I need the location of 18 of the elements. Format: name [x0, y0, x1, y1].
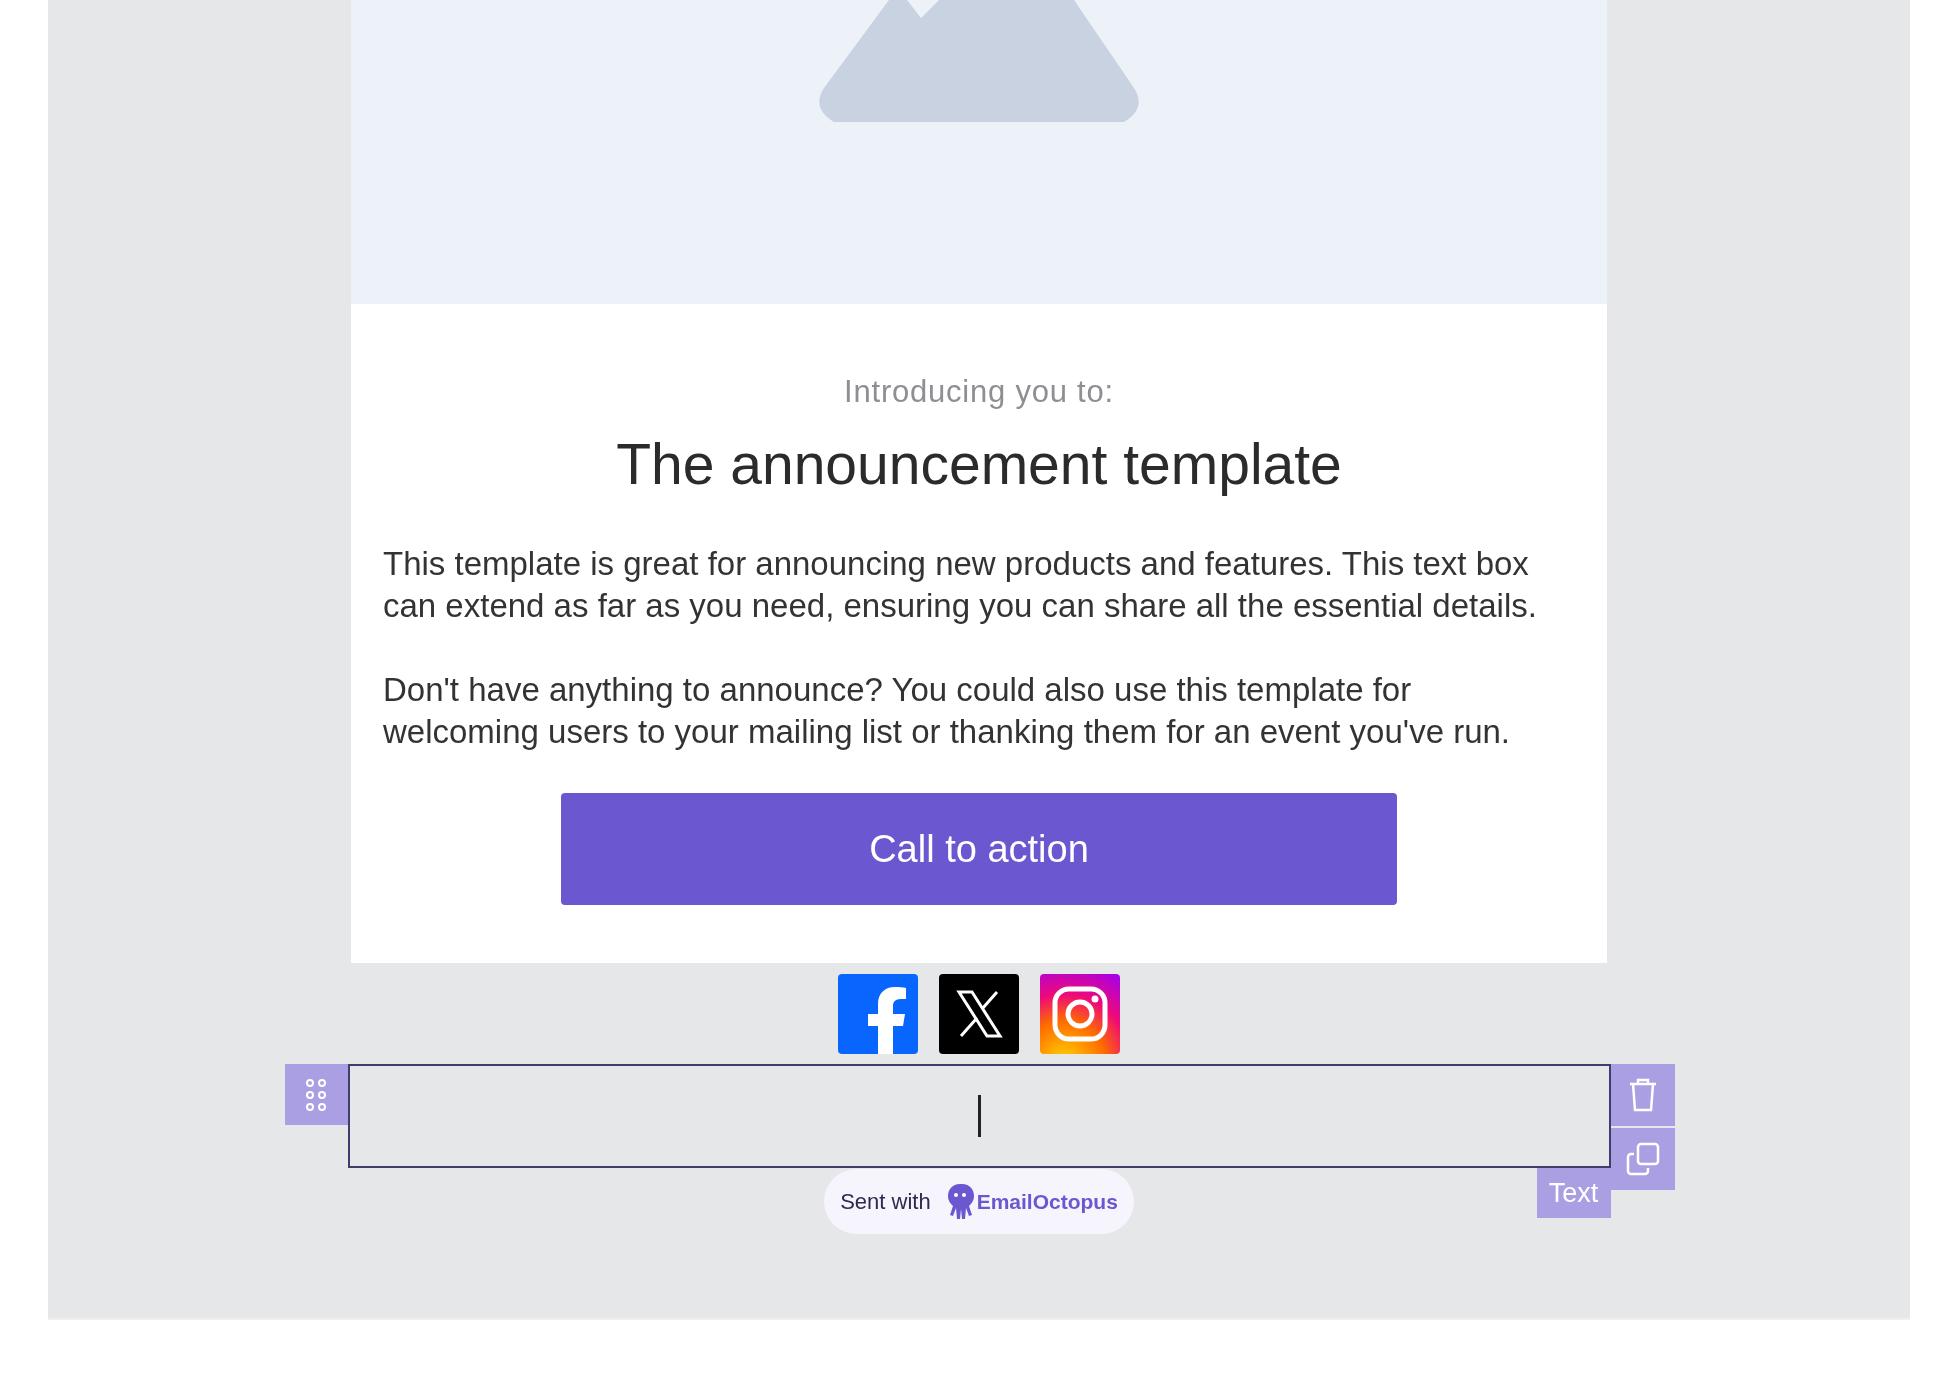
facebook-icon[interactable]: [838, 974, 918, 1054]
brand-name: EmailOctopus: [976, 1188, 1118, 1215]
x-logo-icon[interactable]: [939, 974, 1019, 1054]
body-paragraph: Don't have anything to announce? You could also use this template for welcoming users to your mailing list or thanking them for an event you've run.: [383, 670, 1511, 752]
intro-subtitle: Introducing you to:: [844, 373, 1114, 411]
block-type-label: Text: [1536, 1168, 1611, 1218]
copy-icon: [1625, 1142, 1660, 1176]
grip-icon: [306, 1078, 326, 1111]
text-caret: [977, 1095, 981, 1137]
call-to-action-button[interactable]: Call to action: [561, 793, 1397, 905]
email-heading: The announcement template: [616, 430, 1342, 498]
sent-with-badge[interactable]: Sent with EmailOctopus: [824, 1169, 1134, 1234]
trash-icon: [1627, 1077, 1658, 1113]
instagram-icon[interactable]: [1040, 974, 1120, 1054]
selected-text-block[interactable]: [347, 1064, 1611, 1168]
badge-text: Sent with: [840, 1188, 931, 1216]
body-paragraph: This template is great for announcing new products and features. This text box can extend as far as you need, ensuring you can share all the essential details.: [383, 544, 1538, 626]
drag-handle[interactable]: [284, 1064, 348, 1125]
